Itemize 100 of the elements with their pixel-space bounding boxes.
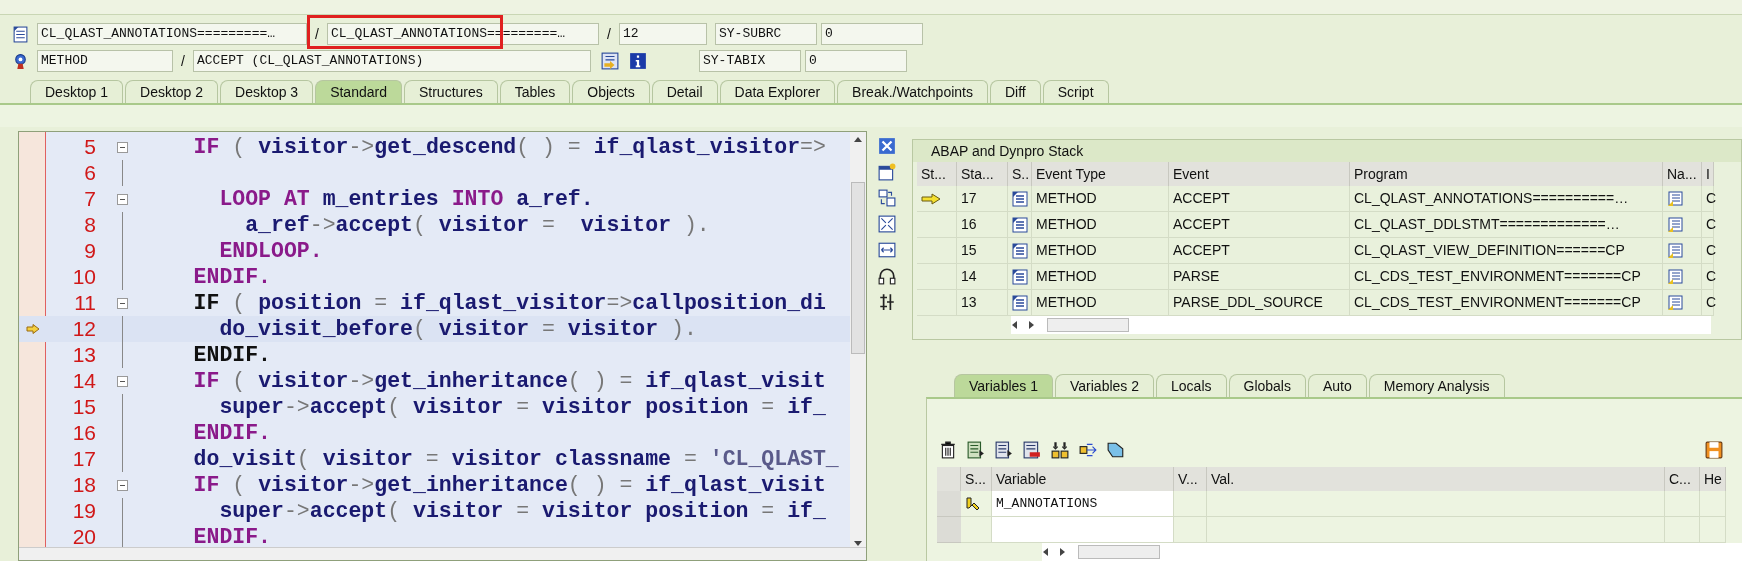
include-field[interactable]: CL_QLAST_ANNOTATIONS=========… [37, 23, 307, 45]
width-icon[interactable] [877, 241, 896, 259]
document-icon[interactable] [1667, 216, 1683, 233]
code-line: ENDIF. [192, 525, 272, 547]
scrollbar[interactable] [1042, 543, 1742, 561]
column-header[interactable]: Sta... [957, 162, 1008, 186]
document-icon[interactable] [1667, 190, 1683, 207]
headset-icon[interactable] [877, 267, 896, 285]
column-header[interactable]: S.. [1008, 162, 1032, 186]
fullscreen-icon[interactable] [877, 215, 896, 233]
event-field[interactable]: ACCEPT (CL_QLAST_ANNOTATIONS) [193, 50, 591, 72]
scroll-right-icon[interactable] [1029, 321, 1035, 329]
tab[interactable]: Tables [499, 80, 571, 103]
tool-icon[interactable] [877, 293, 896, 311]
column-header[interactable]: V... [1174, 467, 1207, 491]
tab[interactable]: Objects [572, 80, 650, 103]
scroll-thumb[interactable] [1047, 318, 1129, 332]
table-cell: ACCEPT [1169, 186, 1350, 212]
merge-icon[interactable] [1051, 441, 1069, 459]
column-header[interactable]: C... [1665, 467, 1700, 491]
scroll-up-icon[interactable] [854, 136, 863, 142]
tag-icon[interactable] [1107, 441, 1125, 459]
event-type-field[interactable]: METHOD [37, 50, 173, 72]
tab[interactable]: Diff [990, 80, 1041, 103]
line-number: 16 [71, 421, 97, 445]
code-line: super->accept( visitor = visitor position = if_ [218, 395, 826, 419]
system-field-value[interactable]: 0 [805, 50, 907, 72]
column-header[interactable]: Variable [992, 467, 1174, 491]
tab[interactable]: Desktop 3 [220, 80, 314, 103]
system-field-value[interactable]: 0 [821, 23, 923, 45]
scroll-right-icon[interactable] [1060, 548, 1066, 556]
document-icon[interactable] [1667, 242, 1683, 259]
trash-icon[interactable] [939, 441, 957, 459]
tab[interactable]: Break./Watchpoints [837, 80, 988, 103]
line-number: 20 [71, 525, 97, 547]
tab[interactable]: Locals [1156, 374, 1227, 397]
tab[interactable]: Structures [403, 80, 498, 103]
column-header[interactable]: Program [1350, 162, 1663, 186]
collapse-icon[interactable] [116, 193, 128, 205]
scroll-left-icon[interactable] [1042, 548, 1048, 556]
scroll-thumb[interactable] [1078, 545, 1160, 559]
table-cell: 17 [957, 186, 1008, 212]
line-number: 12 [71, 317, 97, 341]
close-icon[interactable] [877, 137, 896, 155]
collapse-icon[interactable] [116, 141, 128, 153]
tab[interactable]: Detail [651, 80, 718, 103]
tab[interactable]: Data Explorer [719, 80, 836, 103]
table-cell [1700, 491, 1726, 517]
column-header[interactable]: Na... [1663, 162, 1702, 186]
column-header[interactable]: S... [961, 467, 992, 491]
code-line: LOOP AT m_entries INTO a_ref. [218, 187, 594, 211]
tab[interactable]: Desktop 1 [30, 80, 124, 103]
scrollbar[interactable] [1011, 316, 1711, 334]
line-number: 9 [83, 239, 97, 263]
document-icon[interactable] [1667, 268, 1683, 285]
scroll-left-icon[interactable] [1011, 321, 1017, 329]
tab[interactable]: Memory Analysis [1368, 374, 1505, 397]
table-cell: CL_QLAST_VIEW_DEFINITION======CP [1350, 238, 1663, 264]
collapse-icon[interactable] [116, 297, 128, 309]
tab[interactable]: Auto [1307, 374, 1367, 397]
column-header[interactable]: St... [917, 162, 957, 186]
code-line: ENDIF. [192, 421, 272, 445]
tab[interactable]: Standard [315, 80, 402, 103]
table-cell: 14 [957, 264, 1008, 290]
system-field-name: SY-TABIX [699, 50, 801, 72]
column-header[interactable]: Val. [1207, 467, 1665, 491]
code-line: ENDIF. [192, 343, 272, 367]
column-header[interactable]: Event Type [1032, 162, 1169, 186]
table-cell: METHOD [1032, 212, 1169, 238]
collapse-icon[interactable] [116, 375, 128, 387]
column-header[interactable]: I [1702, 162, 1714, 186]
document-icon[interactable] [1667, 294, 1683, 311]
scrollbar[interactable] [850, 132, 867, 547]
tab[interactable]: Variables 2 [1055, 374, 1155, 397]
system-field-name: SY-SUBRC [715, 23, 817, 45]
windows-icon[interactable] [877, 189, 896, 207]
scrollbar[interactable] [19, 547, 867, 560]
list-icon[interactable] [995, 441, 1013, 459]
save-icon[interactable] [1705, 441, 1723, 459]
document-icon [1012, 294, 1028, 311]
line-field[interactable]: 12 [619, 23, 707, 45]
table-cell[interactable]: M_ANNOTATIONS [992, 491, 1174, 517]
list-icon[interactable] [967, 441, 985, 459]
line-number: 15 [71, 395, 97, 419]
line-number: 14 [71, 369, 97, 393]
tab[interactable]: Script [1042, 80, 1109, 103]
list-remove-icon[interactable] [1023, 441, 1041, 459]
code-line: IF ( visitor->get_inheritance( ) = if_qlast_visit [192, 369, 826, 393]
tab[interactable]: Desktop 2 [125, 80, 219, 103]
info-icon[interactable] [629, 52, 647, 70]
line-number: 5 [83, 135, 97, 159]
line-number: 7 [83, 187, 97, 211]
column-header[interactable]: He [1700, 467, 1726, 491]
collapse-icon[interactable] [116, 479, 128, 491]
new-document-icon[interactable] [877, 163, 896, 181]
arrows-icon[interactable] [1079, 441, 1097, 459]
tab[interactable]: Variables 1 [954, 374, 1053, 397]
table-cell[interactable] [992, 517, 1174, 543]
tab[interactable]: Globals [1228, 374, 1306, 397]
column-header[interactable]: Event [1169, 162, 1350, 186]
